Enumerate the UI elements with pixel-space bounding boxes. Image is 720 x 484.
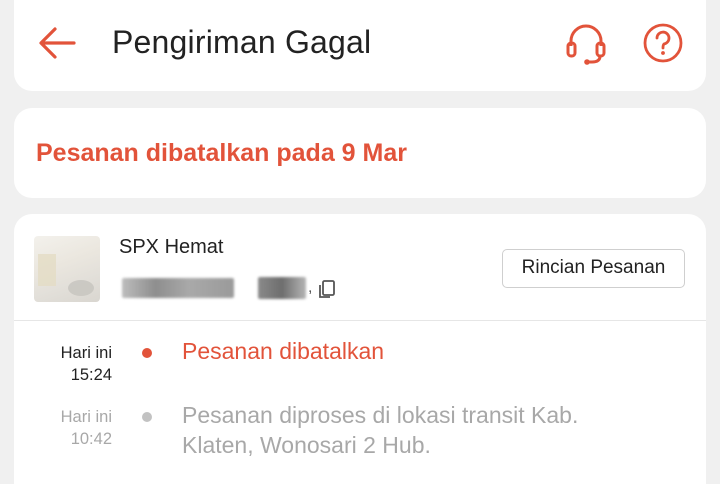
product-thumbnail — [34, 236, 100, 302]
cancellation-status-text: Pesanan dibatalkan pada 9 Mar — [36, 139, 407, 167]
copy-icon[interactable] — [316, 278, 338, 300]
help-button[interactable] — [642, 22, 684, 64]
order-status-card: Pesanan dibatalkan pada 9 Mar — [14, 108, 706, 198]
customer-support-button[interactable] — [562, 20, 610, 68]
tracking-suffix: , — [308, 279, 313, 296]
headset-icon — [566, 24, 606, 65]
tracking-number-redacted — [122, 278, 234, 298]
shipment-card: SPX Hemat , Rincian Pesanan Hari ini 15:… — [14, 214, 706, 484]
event-day: Hari ini — [60, 408, 112, 426]
app-header: Pengiriman Gagal — [14, 0, 706, 91]
tracking-number-redacted — [258, 277, 306, 299]
question-circle-icon — [643, 23, 683, 63]
courier-name: SPX Hemat — [119, 236, 224, 258]
event-day: Hari ini — [60, 344, 112, 362]
timeline-dot-active — [142, 348, 152, 358]
event-timestamp: Hari ini 10:42 — [42, 406, 112, 450]
tracking-number-row: , — [122, 275, 362, 301]
back-arrow-icon — [39, 27, 76, 59]
event-description: Pesanan diproses di lokasi transit Kab. … — [182, 402, 579, 458]
order-details-button[interactable]: Rincian Pesanan — [502, 249, 685, 288]
divider — [14, 320, 706, 321]
event-time: 15:24 — [70, 366, 112, 384]
event-timestamp: Hari ini 15:24 — [42, 342, 112, 386]
event-description: Pesanan dibatalkan — [182, 338, 385, 364]
timeline-dot — [142, 412, 152, 422]
back-button[interactable] — [36, 22, 86, 64]
event-time: 10:42 — [70, 430, 112, 448]
page-title: Pengiriman Gagal — [112, 24, 372, 60]
